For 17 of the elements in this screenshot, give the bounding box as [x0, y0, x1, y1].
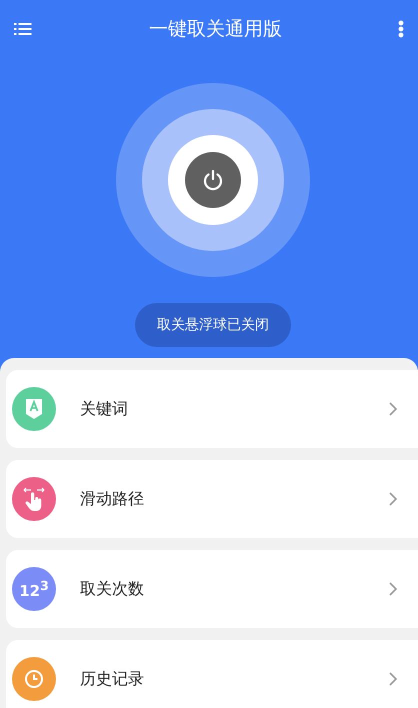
menu-label: 关键词	[80, 398, 129, 420]
status-pill: 取关悬浮球已关闭	[135, 303, 291, 347]
menu-item[interactable]: 历史记录	[6, 640, 418, 708]
more-icon[interactable]	[398, 20, 404, 38]
menu-label: 历史记录	[80, 668, 145, 690]
menu-item[interactable]: 12$^{3}$ 取关次数	[6, 550, 418, 628]
menu-label: 取关次数	[80, 578, 145, 600]
chevron-right-icon	[388, 491, 398, 507]
chevron-right-icon	[388, 671, 398, 687]
number-icon: 12$^{3}$	[12, 567, 56, 611]
app-title: 一键取关通用版	[149, 17, 282, 42]
menu-item[interactable]: 滑动路径	[6, 460, 418, 538]
menu-label: 滑动路径	[80, 488, 145, 510]
chevron-right-icon	[388, 401, 398, 417]
menu-icon[interactable]	[13, 21, 33, 37]
menu-item[interactable]: 关键词	[6, 370, 418, 448]
chevron-right-icon	[388, 581, 398, 597]
